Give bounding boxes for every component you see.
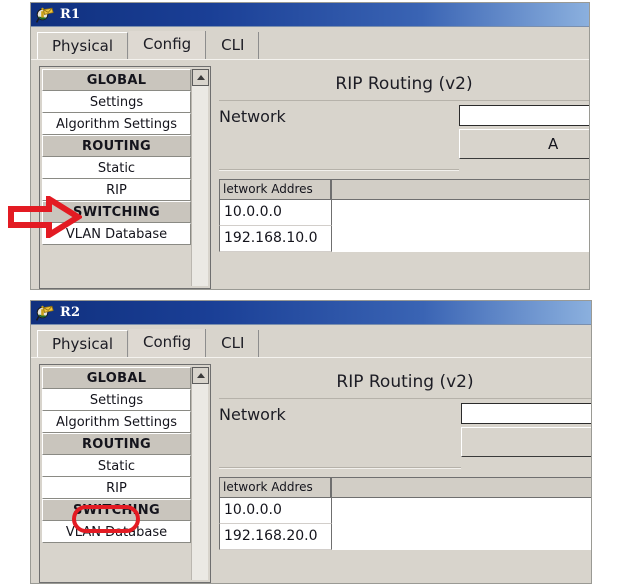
- config-body-r1: GLOBAL Settings Algorithm Settings ROUTI…: [31, 59, 589, 289]
- table-header-row-r1: letwork Addres: [219, 179, 589, 200]
- sidebar-header-global: GLOBAL: [42, 69, 191, 91]
- network-label-r2: Network: [219, 405, 286, 424]
- sidebar-list-r2: GLOBAL Settings Algorithm Settings ROUTI…: [42, 367, 191, 580]
- sidebar-list-r1: GLOBAL Settings Algorithm Settings ROUTI…: [42, 69, 191, 286]
- table-header-row-r2: letwork Addres: [219, 477, 591, 498]
- table-row[interactable]: 10.0.0.0: [219, 200, 589, 226]
- table-row[interactable]: 192.168.20.0: [219, 524, 591, 550]
- column-header-network-address[interactable]: letwork Addres: [219, 477, 332, 498]
- window-title-r2: R2: [60, 305, 81, 320]
- sidebar-item-rip[interactable]: RIP: [42, 477, 191, 499]
- packet-tracer-device-icon: [35, 304, 54, 322]
- tab-physical-r1[interactable]: Physical: [37, 32, 129, 59]
- table-row[interactable]: 192.168.10.0: [219, 226, 589, 252]
- sidebar-header-routing: ROUTING: [42, 433, 191, 455]
- tab-cli-r2[interactable]: CLI: [207, 330, 260, 357]
- sidebar-item-algorithm-settings[interactable]: Algorithm Settings: [42, 411, 191, 433]
- cell-network-address: 192.168.10.0: [219, 226, 332, 252]
- sidebar-header-global: GLOBAL: [42, 367, 191, 389]
- router-window-r2[interactable]: R2 Physical Config CLI GLOBAL Settings A…: [30, 300, 592, 584]
- network-field-right-r1: A: [459, 105, 589, 159]
- tabstrip-r1[interactable]: Physical Config CLI: [31, 27, 589, 59]
- network-label-r1: Network: [219, 107, 286, 126]
- triangle-up-icon[interactable]: [192, 69, 209, 86]
- sidebar-item-settings[interactable]: Settings: [42, 389, 191, 411]
- column-header-filler: [332, 477, 591, 498]
- sidebar-header-routing: ROUTING: [42, 135, 191, 157]
- cell-network-address: 10.0.0.0: [219, 200, 332, 226]
- sidebar-r2[interactable]: GLOBAL Settings Algorithm Settings ROUTI…: [39, 364, 211, 583]
- table-body-r1: 10.0.0.0 192.168.10.0: [219, 200, 589, 252]
- triangle-up-icon[interactable]: [192, 367, 209, 384]
- tab-config-r2[interactable]: Config: [129, 329, 207, 357]
- table-row[interactable]: 10.0.0.0: [219, 498, 591, 524]
- column-header-network-address[interactable]: letwork Addres: [219, 179, 332, 200]
- sidebar-item-static[interactable]: Static: [42, 455, 191, 477]
- sidebar-item-static[interactable]: Static: [42, 157, 191, 179]
- tab-cli-r1[interactable]: CLI: [207, 32, 260, 59]
- rip-panel-r1: RIP Routing (v2) Network A letwork Addre…: [211, 66, 589, 289]
- red-arrow-annotation-r1: [8, 193, 84, 241]
- panel-title-r1: RIP Routing (v2): [219, 66, 589, 101]
- sidebar-scrollbar-r2[interactable]: [191, 367, 209, 580]
- network-table-r1: letwork Addres 10.0.0.0 192.168.10.0: [219, 179, 589, 252]
- tab-physical-r2[interactable]: Physical: [37, 330, 129, 357]
- titlebar-r2[interactable]: R2: [31, 301, 591, 325]
- network-field-right-r2: [461, 403, 591, 457]
- cell-network-address: 10.0.0.0: [219, 498, 332, 524]
- network-table-r2: letwork Addres 10.0.0.0 192.168.20.0: [219, 477, 591, 550]
- panel-title-r2: RIP Routing (v2): [219, 364, 591, 399]
- network-field-row-r2: Network: [219, 403, 591, 457]
- router-window-r1[interactable]: R1 Physical Config CLI GLOBAL Settings A…: [30, 2, 590, 290]
- field-separator-r1: [219, 169, 459, 171]
- table-body-r2: 10.0.0.0 192.168.20.0: [219, 498, 591, 550]
- sidebar-item-algorithm-settings[interactable]: Algorithm Settings: [42, 113, 191, 135]
- sidebar-r1[interactable]: GLOBAL Settings Algorithm Settings ROUTI…: [39, 66, 211, 289]
- red-highlight-annotation-r2: [72, 505, 140, 533]
- sidebar-item-settings[interactable]: Settings: [42, 91, 191, 113]
- cell-filler: [332, 498, 591, 524]
- cell-filler: [332, 200, 589, 226]
- network-input-r2[interactable]: [461, 403, 591, 424]
- config-body-r2: GLOBAL Settings Algorithm Settings ROUTI…: [31, 357, 591, 583]
- tab-config-r1[interactable]: Config: [129, 31, 207, 59]
- cell-filler: [332, 524, 591, 550]
- field-separator-r2: [219, 467, 461, 469]
- network-field-row-r1: Network A: [219, 105, 589, 159]
- add-network-button-r2[interactable]: [461, 427, 591, 457]
- sidebar-scrollbar-r1[interactable]: [191, 69, 209, 286]
- column-header-filler: [332, 179, 589, 200]
- cell-network-address: 192.168.20.0: [219, 524, 332, 550]
- tabstrip-r2[interactable]: Physical Config CLI: [31, 325, 591, 357]
- titlebar-r1[interactable]: R1: [31, 3, 589, 27]
- cell-filler: [332, 226, 589, 252]
- window-title-r1: R1: [60, 7, 81, 22]
- packet-tracer-device-icon: [35, 6, 54, 24]
- network-input-r1[interactable]: [459, 105, 589, 126]
- add-network-button-r1[interactable]: A: [459, 129, 589, 159]
- rip-panel-r2: RIP Routing (v2) Network letwork Addres …: [211, 364, 591, 583]
